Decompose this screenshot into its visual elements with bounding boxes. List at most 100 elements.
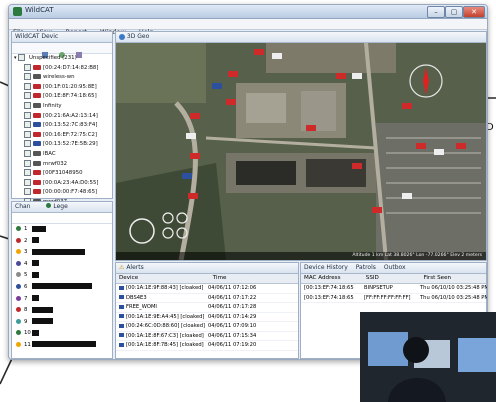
- channel-activity-bar: [32, 225, 46, 232]
- app-window: WildCAT – ▢ ✕ File View Report Window He…: [8, 4, 488, 360]
- device-toolbar: [12, 43, 112, 58]
- device-icon: [33, 131, 41, 137]
- device-tree-item[interactable]: [00:1E:8F:74:18:65]: [14, 92, 112, 102]
- col-time[interactable]: Time: [213, 275, 227, 281]
- channel-number: 1: [24, 226, 28, 232]
- channel-row[interactable]: 2: [12, 236, 112, 248]
- device-checkbox[interactable]: [24, 111, 31, 119]
- alert-row[interactable]: [00:1A:1E:8F:67:C3] [cloaked] 04/06/11 07…: [116, 332, 298, 341]
- device-checkbox[interactable]: [24, 73, 31, 81]
- device-icon: [33, 64, 41, 70]
- alert-row[interactable]: FREE_WOMI 04/06/11 07:17:28: [116, 303, 298, 313]
- channel-row[interactable]: 7: [12, 294, 112, 306]
- channel-color-swatch: [16, 272, 21, 278]
- expand-icon[interactable]: ▾: [14, 55, 17, 61]
- tab-outbox[interactable]: Outbox: [384, 264, 406, 271]
- col-ssid[interactable]: SSID: [366, 274, 422, 283]
- group-label: Unspecified (231): [28, 55, 77, 61]
- device-tree-item[interactable]: mrwf032: [14, 159, 112, 170]
- alert-time: 04/06/11 07:14:29: [208, 313, 257, 320]
- channel-activity-bar: [32, 248, 85, 255]
- channel-row[interactable]: 8: [12, 305, 112, 317]
- device-icon: [33, 160, 41, 166]
- device-label: [00:00:00:F7:48:65]: [43, 189, 98, 196]
- channel-number: 9: [24, 318, 28, 325]
- alert-row[interactable]: [00:1A:1E:9E:A4:45] [cloaked] 04/06/11 07…: [116, 313, 298, 322]
- close-button[interactable]: ✕: [463, 6, 485, 18]
- channel-row[interactable]: 6: [12, 282, 112, 294]
- alerts-pane-tab[interactable]: ⚠ Alerts: [116, 263, 298, 274]
- legend-icon: [46, 203, 52, 208]
- channel-row[interactable]: 5: [12, 270, 112, 282]
- device-checkbox[interactable]: [24, 121, 31, 129]
- device-icon: [33, 112, 41, 118]
- device-icon: [119, 285, 124, 290]
- channel-activity-bar: [32, 283, 92, 290]
- settings-icon[interactable]: [76, 52, 83, 58]
- history-row[interactable]: [00:13:EF:74:18:65 [FF:FF:FF:FF:FF:FF] Thu…: [301, 294, 487, 303]
- menu-bar: File View Report Window Help: [9, 19, 487, 36]
- tab-patrols[interactable]: Patrols: [356, 264, 376, 271]
- device-tree-item[interactable]: [00:24:D7:14:82:B8]: [14, 63, 112, 74]
- history-row[interactable]: [00:13:EF:74:18:65 BINPSETUP Thu 06/10/10 …: [301, 284, 487, 294]
- group-checkbox[interactable]: [18, 54, 26, 61]
- maximize-button[interactable]: ▢: [445, 6, 463, 18]
- alert-device: [00:1A:1E:9E:A4:45] [cloaked]: [126, 313, 205, 320]
- device-tree-item[interactable]: [00F31048950: [14, 169, 112, 179]
- tab-legend[interactable]: Lege: [53, 203, 67, 210]
- channel-row[interactable]: 1: [12, 224, 112, 236]
- tab-device-history[interactable]: Device History: [304, 264, 348, 271]
- device-tree-item[interactable]: [00:0A:23:4A:D0:55]: [14, 178, 112, 189]
- col-first-seen[interactable]: First Seen: [424, 275, 452, 281]
- device-tree-item[interactable]: [00:16:EF:72:75:C2]: [14, 130, 112, 141]
- device-checkbox[interactable]: [24, 92, 31, 100]
- device-tree-item[interactable]: [00:13:52:7E:5B:29]: [14, 140, 112, 150]
- channel-number: 10: [24, 330, 31, 337]
- channel-row[interactable]: 11: [12, 340, 112, 352]
- tree-group[interactable]: ▾ Unspecified (231): [14, 54, 112, 64]
- device-icon: [33, 122, 41, 128]
- device-tree-item[interactable]: [00:00:00:F7:48:65]: [14, 188, 112, 198]
- minimize-button[interactable]: –: [427, 6, 445, 18]
- alert-row[interactable]: [00:1A:1E:8F:7B:45] [cloaked] 04/06/11 07…: [116, 341, 298, 351]
- device-tree-item[interactable]: IBAC: [14, 149, 112, 160]
- channel-row[interactable]: 3: [12, 247, 112, 259]
- channel-activity-bar: [32, 329, 39, 336]
- alerts-list: [00:1A:1E:9F:88:43] [cloaked] 04/06/11 07…: [116, 284, 298, 351]
- alert-row[interactable]: DBS4E3 04/06/11 07:17:22: [116, 294, 298, 303]
- device-tree-item[interactable]: wireless-wn: [14, 73, 112, 83]
- device-checkbox[interactable]: [24, 169, 31, 177]
- channel-row[interactable]: 9: [12, 317, 112, 329]
- channel-toolbar: [12, 213, 112, 224]
- channel-row[interactable]: 4: [12, 259, 112, 271]
- device-checkbox[interactable]: [24, 101, 31, 109]
- geo-pane-tab[interactable]: 3D Geo: [116, 32, 486, 43]
- device-checkbox[interactable]: [24, 178, 31, 186]
- device-tree-item[interactable]: Infinity: [14, 101, 112, 112]
- history-tabs: Device History Patrols Outbox: [301, 263, 486, 274]
- alert-row[interactable]: [00:1A:1E:9F:88:43] [cloaked] 04/06/11 07…: [116, 284, 298, 294]
- device-icon: [119, 342, 124, 347]
- device-checkbox[interactable]: [24, 149, 31, 157]
- col-mac[interactable]: MAC Address: [301, 274, 364, 283]
- device-tree-item[interactable]: [00:1F:01:20:95:8E]: [14, 82, 112, 93]
- channel-color-swatch: [16, 237, 21, 243]
- device-tree-item[interactable]: [00:13:52:7C:83:F4]: [14, 121, 112, 131]
- device-checkbox[interactable]: [24, 82, 31, 90]
- device-checkbox[interactable]: [24, 140, 31, 148]
- tab-chan[interactable]: Chan: [15, 203, 30, 210]
- device-checkbox[interactable]: [24, 159, 31, 167]
- col-device[interactable]: Device: [116, 274, 211, 283]
- device-pane-tab[interactable]: WildCAT Devic: [12, 32, 112, 43]
- satellite-map[interactable]: Altitude 1 km Lat 38.8026° Lon -77.0266°…: [116, 43, 486, 260]
- channel-row[interactable]: 10: [12, 328, 112, 340]
- device-checkbox[interactable]: [24, 188, 31, 196]
- warning-icon: ⚠: [119, 264, 125, 271]
- channel-color-swatch: [16, 341, 21, 347]
- alert-row[interactable]: [00:24:6C:0D:88:60] [cloaked] 04/06/11 07…: [116, 322, 298, 332]
- device-checkbox[interactable]: [24, 130, 31, 138]
- channel-activity-bar: [32, 295, 39, 302]
- geo-pane: 3D Geo Altitude 1 km Lat 38.8026° Lon -7…: [115, 31, 487, 261]
- device-checkbox[interactable]: [24, 63, 31, 71]
- device-tree-item[interactable]: [00:21:6A:A2:13:14]: [14, 111, 112, 122]
